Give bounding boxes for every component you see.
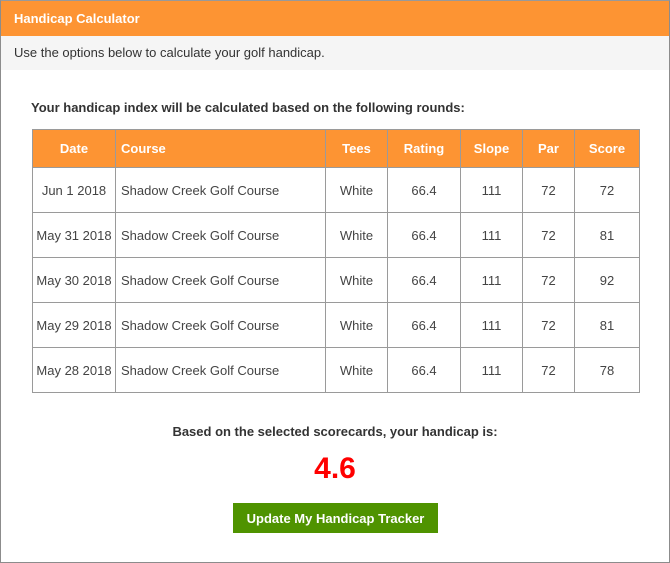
- cell-rating: 66.4: [387, 257, 461, 303]
- cell-score: 72: [574, 167, 640, 213]
- table-row: Jun 1 2018 Shadow Creek Golf Course White 6…: [32, 167, 640, 213]
- column-header-tees: Tees: [325, 129, 388, 168]
- cell-score: 81: [574, 212, 640, 258]
- handicap-value: 4.6: [314, 452, 356, 485]
- column-header-par: Par: [522, 129, 575, 168]
- cell-rating: 66.4: [387, 167, 461, 213]
- cell-date: May 28 2018: [32, 347, 116, 393]
- column-header-date: Date: [32, 129, 116, 168]
- cell-tees: White: [325, 167, 388, 213]
- cell-par: 72: [522, 167, 575, 213]
- table-row: May 28 2018 Shadow Creek Golf Course White…: [32, 347, 640, 393]
- rounds-intro: Your handicap index will be calculated b…: [31, 100, 465, 115]
- cell-course: Shadow Creek Golf Course: [115, 167, 326, 213]
- cell-par: 72: [522, 347, 575, 393]
- cell-date: Jun 1 2018: [32, 167, 116, 213]
- cell-rating: 66.4: [387, 302, 461, 348]
- cell-score: 78: [574, 347, 640, 393]
- cell-tees: White: [325, 302, 388, 348]
- column-header-slope: Slope: [460, 129, 523, 168]
- cell-tees: White: [325, 212, 388, 258]
- panel-title: Handicap Calculator: [1, 1, 669, 36]
- cell-tees: White: [325, 257, 388, 303]
- cell-course: Shadow Creek Golf Course: [115, 212, 326, 258]
- cell-slope: 111: [460, 212, 523, 258]
- cell-slope: 111: [460, 302, 523, 348]
- cell-tees: White: [325, 347, 388, 393]
- table-row: May 30 2018 Shadow Creek Golf Course White…: [32, 257, 640, 303]
- cell-slope: 111: [460, 257, 523, 303]
- rounds-table: Date Course Tees Rating Slope Par Score …: [32, 129, 640, 393]
- cell-date: May 31 2018: [32, 212, 116, 258]
- cell-slope: 111: [460, 167, 523, 213]
- column-header-rating: Rating: [387, 129, 461, 168]
- table-header-row: Date Course Tees Rating Slope Par Score: [32, 129, 640, 168]
- cell-score: 81: [574, 302, 640, 348]
- cell-course: Shadow Creek Golf Course: [115, 257, 326, 303]
- cell-date: May 30 2018: [32, 257, 116, 303]
- table-row: May 31 2018 Shadow Creek Golf Course White…: [32, 212, 640, 258]
- cell-rating: 66.4: [387, 212, 461, 258]
- handicap-result-label: Based on the selected scorecards, your h…: [172, 424, 498, 439]
- column-header-course: Course: [115, 129, 326, 168]
- cell-score: 92: [574, 257, 640, 303]
- update-handicap-tracker-button[interactable]: Update My Handicap Tracker: [233, 503, 438, 533]
- cell-par: 72: [522, 302, 575, 348]
- column-header-score: Score: [574, 129, 640, 168]
- cell-course: Shadow Creek Golf Course: [115, 302, 326, 348]
- cell-slope: 111: [460, 347, 523, 393]
- cell-par: 72: [522, 257, 575, 303]
- handicap-calculator-panel: Handicap Calculator Use the options belo…: [0, 0, 670, 563]
- cell-date: May 29 2018: [32, 302, 116, 348]
- panel-description: Use the options below to calculate your …: [1, 36, 669, 70]
- table-row: May 29 2018 Shadow Creek Golf Course White…: [32, 302, 640, 348]
- cell-course: Shadow Creek Golf Course: [115, 347, 326, 393]
- cell-rating: 66.4: [387, 347, 461, 393]
- cell-par: 72: [522, 212, 575, 258]
